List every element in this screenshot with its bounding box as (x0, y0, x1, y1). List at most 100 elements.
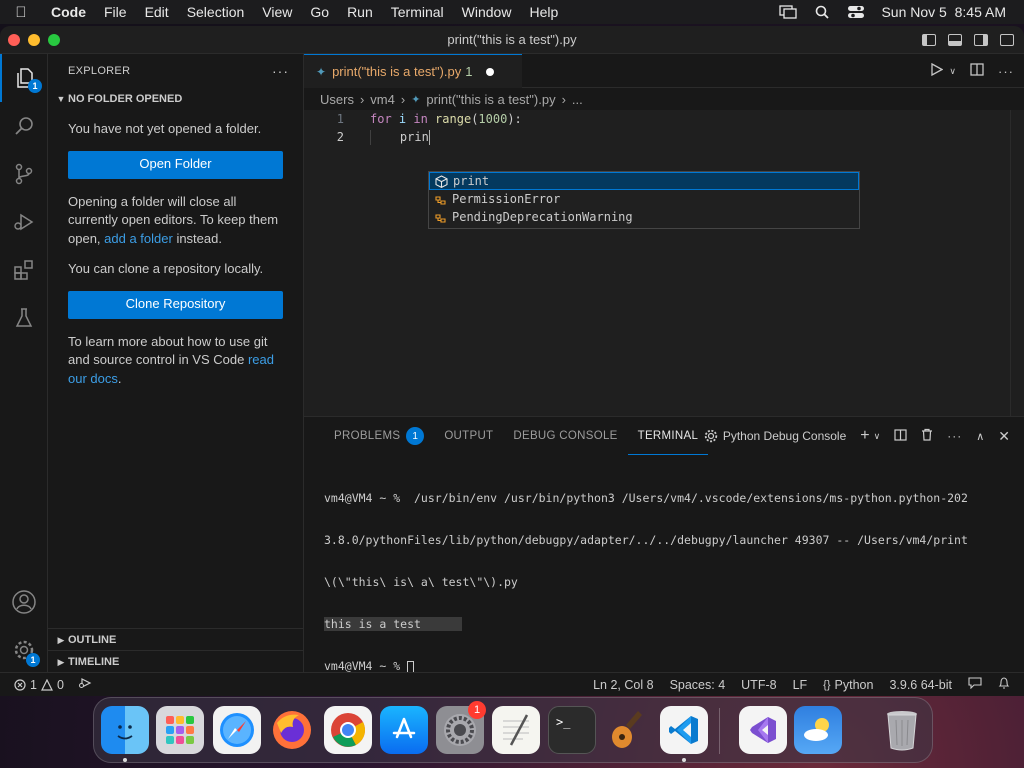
window-title: print("this is a test").py (447, 32, 577, 47)
python-interpreter[interactable]: 3.9.6 64-bit (889, 678, 952, 692)
breadcrumb-item[interactable]: print("this is a test").py (426, 92, 555, 107)
suggestion-item[interactable]: PendingDeprecationWarning (429, 208, 859, 226)
firefox-icon[interactable] (268, 706, 316, 754)
safari-icon[interactable] (213, 706, 261, 754)
split-terminal-icon[interactable] (894, 428, 907, 444)
code-editor[interactable]: 1 for i in range(1000): 2 prin print Per… (304, 110, 1024, 416)
menu-help[interactable]: Help (520, 4, 567, 20)
editor-more-actions-icon[interactable]: ··· (998, 64, 1014, 79)
garageband-icon[interactable] (604, 706, 652, 754)
menu-window[interactable]: Window (453, 4, 521, 20)
panel-more-actions-icon[interactable]: ··· (947, 429, 962, 443)
weather-icon[interactable] (794, 706, 842, 754)
launchpad-icon[interactable] (156, 706, 204, 754)
terminal-app-icon[interactable]: >_ (548, 706, 596, 754)
kill-terminal-trash-icon[interactable] (921, 428, 933, 444)
cursor-position[interactable]: Ln 2, Col 8 (593, 678, 653, 692)
textedit-icon[interactable] (492, 706, 540, 754)
menu-selection[interactable]: Selection (178, 4, 254, 20)
system-settings-icon[interactable]: 1 (436, 701, 486, 754)
tab-output[interactable]: OUTPUT (434, 417, 503, 455)
tab-problems[interactable]: PROBLEMS 1 (324, 417, 434, 455)
class-icon (433, 210, 447, 224)
clone-repository-button[interactable]: Clone Repository (68, 290, 283, 319)
outline-section-header[interactable]: ▶ OUTLINE (48, 629, 304, 651)
menu-file[interactable]: File (95, 4, 136, 20)
terminal-output[interactable]: vm4@VM4 ~ % /usr/bin/env /usr/bin/python… (304, 455, 1024, 696)
tab-label: print("this is a test").py (332, 64, 462, 79)
source-control-icon[interactable] (0, 150, 48, 198)
explorer-icon[interactable]: 1 (0, 54, 48, 102)
explorer-sidebar: EXPLORER ··· ▼ NO FOLDER OPENED You have… (48, 54, 304, 672)
menu-view[interactable]: View (253, 4, 301, 20)
add-folder-link[interactable]: add a folder (104, 231, 173, 246)
menu-terminal[interactable]: Terminal (382, 4, 453, 20)
close-panel-icon[interactable]: ✕ (998, 428, 1010, 445)
new-terminal-icon[interactable]: + (860, 427, 869, 445)
accounts-icon[interactable] (0, 578, 48, 626)
title-bar: print("this is a test").py (0, 26, 1024, 54)
finder-icon[interactable] (101, 706, 149, 754)
spotlight-search-icon[interactable] (813, 5, 831, 19)
terminal-dropdown-chevron-icon[interactable]: ∨ (874, 431, 881, 442)
run-and-debug-icon[interactable] (0, 198, 48, 246)
menu-edit[interactable]: Edit (136, 4, 178, 20)
notifications-bell-icon[interactable] (998, 676, 1010, 693)
open-folder-button[interactable]: Open Folder (68, 150, 283, 179)
search-icon[interactable] (0, 102, 48, 150)
indentation[interactable]: Spaces: 4 (670, 678, 726, 692)
explorer-more-actions-icon[interactable]: ··· (272, 63, 303, 79)
control-center-icon[interactable] (847, 5, 865, 19)
debug-status-icon[interactable] (78, 677, 92, 692)
code-line[interactable]: 2 prin (304, 128, 431, 146)
tab-debug-console[interactable]: DEBUG CONSOLE (503, 417, 627, 455)
run-python-file-icon[interactable] (931, 62, 944, 79)
breadcrumb-item[interactable]: Users (320, 92, 354, 107)
apple-menu-icon[interactable]:  (0, 4, 42, 21)
editor-tab-bar: ✦ print("this is a test").py 1 ∨ ··· (304, 54, 1024, 88)
chrome-icon[interactable] (324, 706, 372, 754)
chevron-down-icon: ▼ (56, 94, 66, 104)
breadcrumb-item[interactable]: vm4 (370, 92, 395, 107)
suggestion-item[interactable]: PermissionError (429, 190, 859, 208)
menubar-clock[interactable]: Sun Nov 5 8:45 AM (881, 4, 1006, 20)
run-options-chevron-icon[interactable]: ∨ (949, 66, 956, 77)
testing-flask-icon[interactable] (0, 294, 48, 342)
manage-gear-icon[interactable]: 1 (0, 626, 48, 674)
running-indicator (682, 758, 686, 762)
breadcrumb-item[interactable]: ... (572, 92, 583, 107)
menu-go[interactable]: Go (301, 4, 338, 20)
terminal-instance[interactable]: Python Debug Console (704, 429, 846, 443)
unsaved-dot-icon[interactable] (486, 67, 495, 76)
toggle-secondary-sidebar-icon[interactable] (974, 33, 988, 46)
editor-tab-active[interactable]: ✦ print("this is a test").py 1 (304, 54, 522, 88)
language-mode[interactable]: {} Python (823, 678, 873, 692)
trash-icon[interactable] (878, 706, 926, 754)
maximize-panel-chevron-up-icon[interactable]: ∧ (976, 430, 984, 443)
no-folder-message: You have not yet opened a folder. (68, 121, 262, 136)
menu-run[interactable]: Run (338, 4, 382, 20)
screen-mirroring-icon[interactable] (779, 5, 798, 19)
clone-message: You can clone a repository locally. (68, 261, 264, 276)
extensions-icon[interactable] (0, 246, 48, 294)
menu-code[interactable]: Code (42, 4, 95, 20)
end-of-line[interactable]: LF (793, 678, 808, 692)
toggle-panel-icon[interactable] (948, 33, 962, 46)
editor-scrollbar[interactable] (1010, 110, 1024, 416)
tab-terminal[interactable]: TERMINAL (627, 417, 709, 455)
code-line[interactable]: 1 for i in range(1000): (304, 110, 522, 128)
python-file-icon: ✦ (316, 64, 327, 79)
split-editor-icon[interactable] (970, 63, 984, 79)
customize-layout-icon[interactable] (1000, 33, 1014, 46)
app-store-icon[interactable] (380, 706, 428, 754)
activity-bar: 1 1 (0, 54, 48, 672)
encoding[interactable]: UTF-8 (741, 678, 776, 692)
feedback-icon[interactable] (968, 677, 982, 692)
problems-status[interactable]: 1 0 (14, 678, 64, 692)
toggle-primary-sidebar-icon[interactable] (922, 33, 936, 46)
no-folder-section-header[interactable]: ▼ NO FOLDER OPENED (48, 88, 303, 110)
timeline-section-header[interactable]: ▶ TIMELINE (48, 651, 304, 673)
suggestion-item[interactable]: print (429, 172, 859, 190)
vscode-icon[interactable] (660, 706, 708, 754)
visual-studio-icon[interactable] (739, 706, 787, 754)
